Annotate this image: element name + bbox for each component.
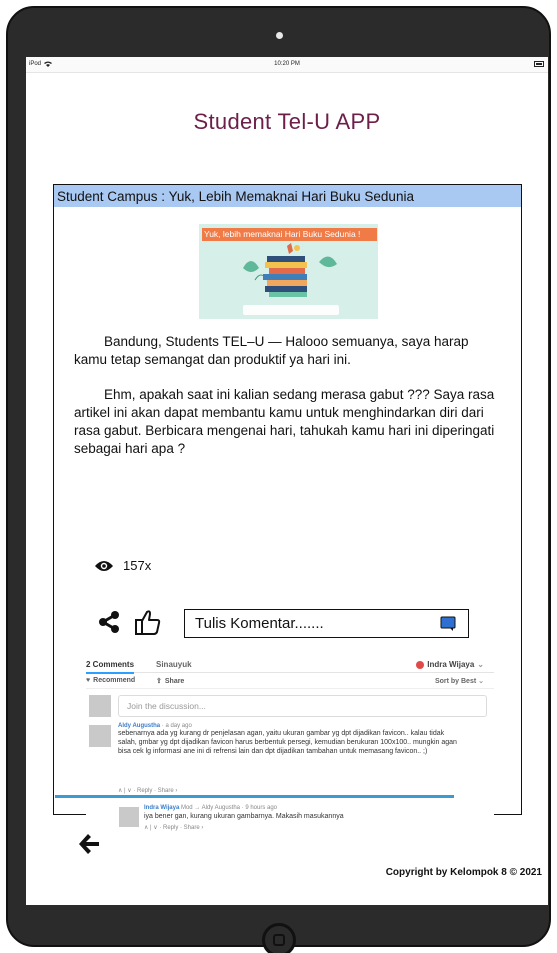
sort-chevron-icon: ⌄ <box>478 678 484 685</box>
comment-placeholder: Tulis Komentar....... <box>195 615 324 632</box>
article-body: Bandung, Students TEL–U — Halooo semuany… <box>74 333 504 475</box>
join-discussion-input[interactable]: Join the discussion... <box>118 695 487 717</box>
article-box: Yuk, lebih memaknai Hari Buku Sedunia ! … <box>53 207 522 857</box>
heart-icon: ♥ <box>86 677 91 684</box>
comment-text: sebenarnya ada yg kurang dr penjelasan a… <box>118 730 457 755</box>
share-box-icon: ⇪ <box>156 678 162 685</box>
screen: iPod 10:20 PM Student Tel-U APP Student … <box>26 57 548 905</box>
reply-text: iya bener gan, kurang ukuran gambarnya. … <box>144 813 344 820</box>
disqus-toolbar: ♥ Recommend ⇪ Share Sort by Best ⌄ <box>86 673 494 689</box>
sort-label: Sort by Best <box>434 678 477 685</box>
disqus-bottom-bar <box>55 795 454 798</box>
article-image-footnote <box>243 305 339 315</box>
recommend-label: Recommend <box>93 677 136 684</box>
comment-reply: Indra Wijaya Mod → Aldy Augustha · 9 hou… <box>116 805 494 841</box>
user-avatar-icon <box>416 660 425 669</box>
comment-item: Aldy Augustha · a day ago sebenarnya ada… <box>86 723 494 805</box>
reply-avatar <box>119 807 139 827</box>
disqus-tabs: 2 Comments Sinauyuk Indra Wijaya ⌄ <box>86 657 494 674</box>
status-time: 10:20 PM <box>274 61 300 67</box>
recommend-button[interactable]: ♥ Recommend <box>86 677 135 684</box>
tab-comments[interactable]: 2 Comments <box>86 660 135 674</box>
home-button[interactable] <box>261 923 296 953</box>
reply-meta: Indra Wijaya Mod → Aldy Augustha · 9 hou… <box>144 805 277 811</box>
camera-dot <box>275 32 283 39</box>
reply-actions[interactable]: ∧ | ∨ · Reply · Share › <box>144 824 203 831</box>
disqus-user-name: Indra Wijaya <box>427 660 475 669</box>
comment-input[interactable]: Tulis Komentar....... <box>184 609 469 638</box>
comment-time: · a day ago <box>160 723 192 729</box>
join-row: Join the discussion... <box>86 693 494 723</box>
article-actions <box>98 607 162 637</box>
share-icon[interactable] <box>98 611 120 633</box>
comment-actions[interactable]: ∧ | ∨ · Reply · Share › <box>118 787 177 794</box>
battery-icon <box>534 61 544 67</box>
app-title: Student Tel-U APP <box>193 109 381 134</box>
reply-author[interactable]: Indra Wijaya <box>144 805 179 811</box>
views-count: 157x <box>94 558 151 573</box>
eye-icon <box>95 560 113 571</box>
disqus-share-label: Share <box>164 677 185 685</box>
article-header[interactable]: Student Campus : Yuk, Lebih Memaknai Har… <box>53 184 522 209</box>
article-paragraph-2: Ehm, apakah saat ini kalian sedang meras… <box>74 387 495 456</box>
comment-avatar <box>89 725 111 747</box>
article-paragraph-1: Bandung, Students TEL–U — Halooo semuany… <box>74 334 469 367</box>
disqus-comments: 2 Comments Sinauyuk Indra Wijaya ⌄ ♥ Rec… <box>86 657 494 857</box>
article-image[interactable]: Yuk, lebih memaknai Hari Buku Sedunia ! <box>199 224 378 319</box>
back-arrow-icon[interactable] <box>77 833 101 855</box>
copyright: Copyright by Kelompok 8 © 2021 <box>385 867 542 878</box>
comment-send-icon[interactable] <box>440 616 456 632</box>
avatar <box>89 695 111 717</box>
chevron-down-icon: ⌄ <box>477 660 484 669</box>
status-bar: iPod 10:20 PM <box>26 57 548 73</box>
home-button-icon <box>272 934 285 946</box>
sort-dropdown[interactable]: Sort by Best ⌄ <box>435 677 484 685</box>
thumbs-up-icon[interactable] <box>134 608 162 636</box>
views-value: 157x <box>123 558 152 573</box>
tab-site[interactable]: Sinauyuk <box>156 660 192 669</box>
reply-time: Mod → Aldy Augustha · 9 hours ago <box>179 805 278 811</box>
disqus-user-menu[interactable]: Indra Wijaya ⌄ <box>416 660 484 669</box>
comment-author[interactable]: Aldy Augustha <box>118 723 160 729</box>
disqus-share-button[interactable]: ⇪ Share <box>156 677 185 686</box>
comment-meta: Aldy Augustha · a day ago <box>118 723 192 729</box>
